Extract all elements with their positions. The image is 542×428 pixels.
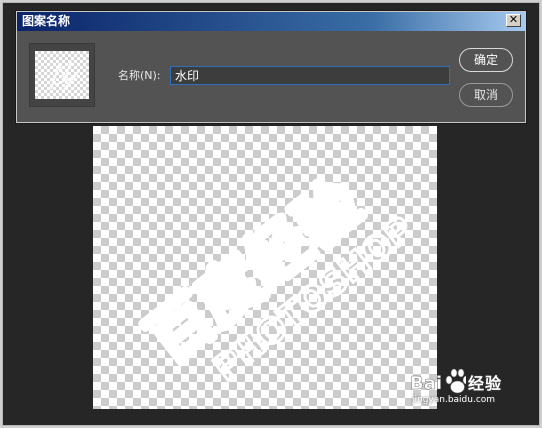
- brand-text: Bai: [410, 373, 442, 394]
- site-name: 经验: [468, 374, 503, 393]
- pattern-thumbnail: [35, 51, 89, 99]
- dialog-title: 图案名称: [22, 14, 71, 28]
- close-button[interactable]: ✕: [506, 14, 521, 27]
- dialog-titlebar[interactable]: 图案名称 ✕: [17, 12, 525, 31]
- name-label: 名称(N):: [118, 69, 161, 82]
- ok-button[interactable]: 确定: [459, 48, 513, 72]
- site-watermark-logo: Bai 经验 jingyan.baidu.com: [408, 363, 538, 413]
- paw-icon: Bai: [410, 368, 466, 394]
- cancel-button[interactable]: 取消: [459, 83, 513, 107]
- pattern-name-dialog: 图案名称 ✕ 名称(N): 确定 取消: [16, 11, 526, 123]
- name-input[interactable]: [170, 66, 450, 85]
- site-url: jingyan.baidu.com: [412, 395, 496, 405]
- watermark-group: 百度经验 PHOTOSHOP: [130, 163, 422, 391]
- close-icon: ✕: [508, 13, 519, 26]
- watermark-graphic: 百度经验 PHOTOSHOP: [130, 163, 422, 391]
- pattern-preview-canvas: 百度经验 PHOTOSHOP: [93, 126, 437, 409]
- pattern-thumbnail-frame: [29, 43, 95, 107]
- thumbnail-watermark-icon: [50, 60, 80, 92]
